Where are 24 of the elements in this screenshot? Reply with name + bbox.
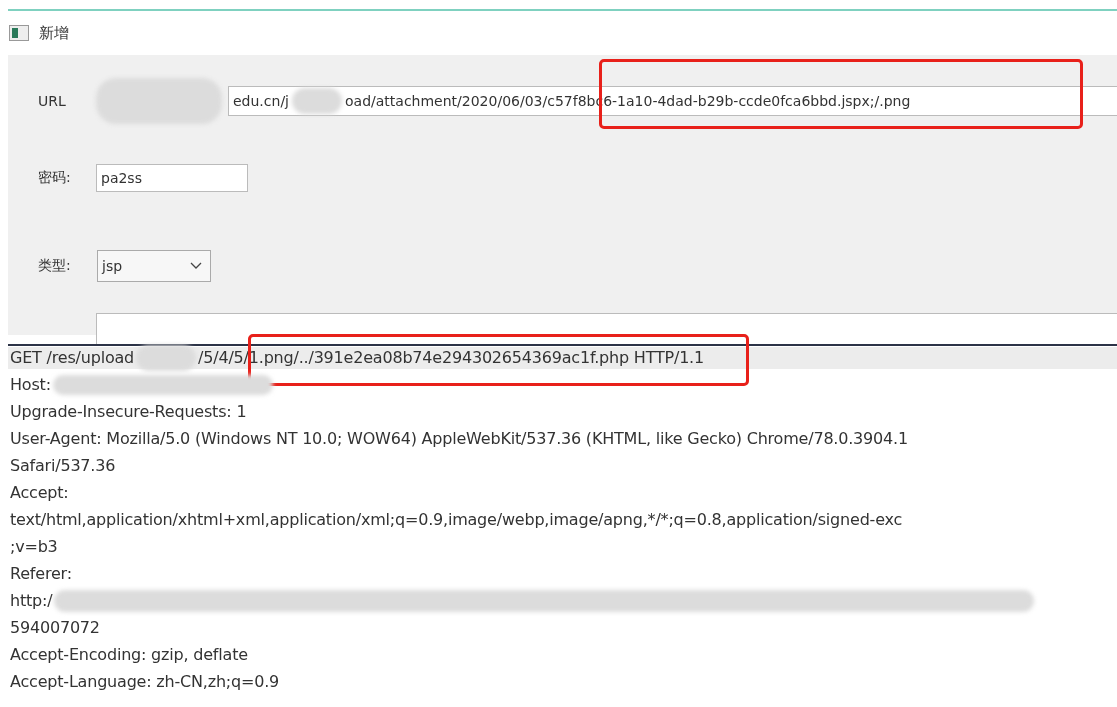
field-label: URL xyxy=(37,93,67,109)
request-text: Accept-Language: zh-CN,zh;q=0.9 xyxy=(10,671,280,693)
request-text: text/html,application/xhtml+xml,application/xml;q=0.9,image/webp,image/apng,*/*;q=0.8,application/signed-exc xyxy=(10,509,903,531)
redaction-blur xyxy=(292,88,342,114)
field-label: 类型: xyxy=(37,257,72,275)
request-text: Upgrade-Insecure-Requests: 1 xyxy=(10,401,247,423)
request-text: 594007072 xyxy=(10,617,100,639)
request-text: Host: xyxy=(10,374,51,396)
request-text: GET /res/upload xyxy=(10,347,135,369)
request-text: Accept-Encoding: gzip, deflate xyxy=(10,644,248,666)
field-label: 密码: xyxy=(37,169,72,187)
window-icon xyxy=(9,25,29,41)
request-text: Referer: xyxy=(10,563,72,585)
request-text: http:/ xyxy=(10,590,53,612)
chevron-icon xyxy=(190,262,202,270)
redaction-blur xyxy=(136,345,197,371)
password-field[interactable]: pa2ss xyxy=(96,164,248,192)
request-text: User-Agent: Mozilla/5.0 (Windows NT 10.0; WOW64) AppleWebKit/537.36 (KHTML, like Gecko) Chrome/78.0.3904.1 xyxy=(10,428,908,450)
request-text: ;v=b3 xyxy=(10,536,58,558)
window-title: 新增 xyxy=(39,23,69,43)
request-text: Safari/537.36 xyxy=(10,455,116,477)
type-dropdown[interactable]: jsp xyxy=(97,250,211,282)
request-text: Accept: xyxy=(10,482,69,504)
text-area[interactable] xyxy=(96,313,1117,345)
